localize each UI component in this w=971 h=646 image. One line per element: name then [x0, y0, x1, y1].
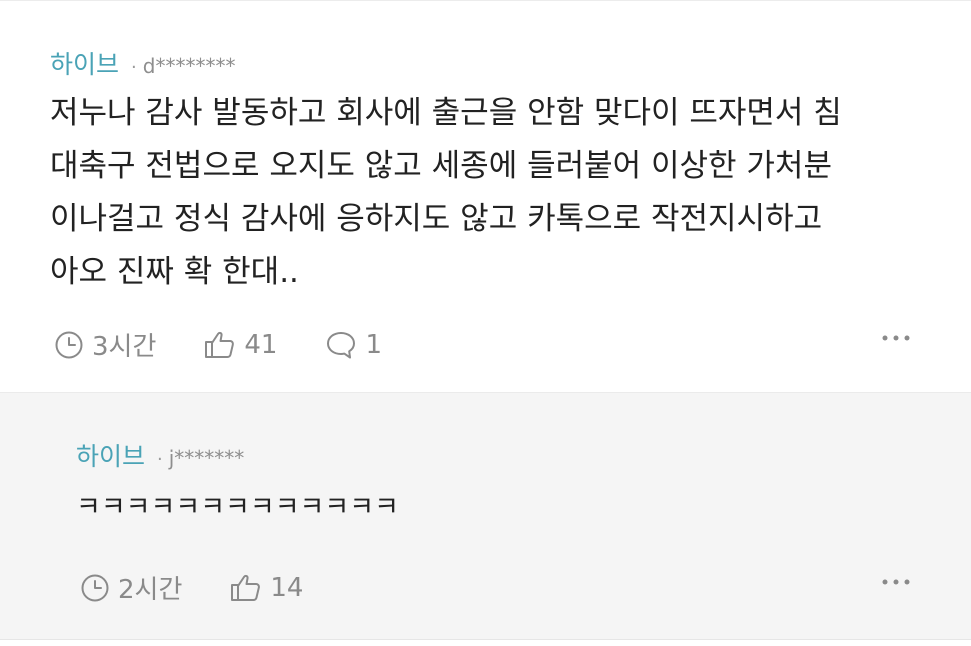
author-name[interactable]: 하이브	[76, 437, 145, 473]
like-button[interactable]: 14	[230, 573, 303, 603]
reply-count: 1	[365, 329, 383, 360]
clock-icon	[81, 574, 109, 601]
comment-actions: 2시간 14	[80, 569, 351, 606]
more-button[interactable]	[880, 573, 912, 592]
comment-meta: 하이브 · j*******	[76, 437, 244, 473]
reply-comment: 하이브 · j******* ㅋㅋㅋㅋㅋㅋㅋㅋㅋㅋㅋㅋㅋ 2시간 14	[0, 392, 971, 640]
like-count: 14	[270, 572, 304, 603]
user-id: d********	[142, 54, 236, 78]
clock-icon	[55, 331, 83, 358]
author-name[interactable]: 하이브	[50, 45, 119, 81]
more-icon	[882, 579, 910, 585]
time-label: 3시간	[92, 332, 157, 362]
like-button[interactable]: 41	[204, 330, 277, 360]
speech-bubble-icon	[327, 331, 356, 358]
comment-body: ㅋㅋㅋㅋㅋㅋㅋㅋㅋㅋㅋㅋㅋ	[76, 492, 399, 523]
reply-button[interactable]: 1	[325, 330, 382, 360]
separator-dot: ·	[131, 57, 137, 78]
comment-actions: 3시간 41 1	[54, 326, 430, 363]
timestamp: 2시간	[80, 569, 182, 606]
comment: 하이브 · d******** 저누나 감사 발동하고 회사에 출근을 안함 맞…	[0, 0, 971, 392]
comment-meta: 하이브 · d********	[50, 45, 235, 81]
thumbs-up-icon	[205, 331, 235, 358]
thumbs-up-icon	[231, 574, 261, 601]
user-id: j*******	[168, 446, 245, 470]
timestamp: 3시간	[54, 326, 156, 363]
comment-body: 저누나 감사 발동하고 회사에 출근을 안함 맞다이 뜨자면서 침 대축구 전법…	[50, 95, 842, 290]
separator-dot: ·	[157, 449, 163, 470]
more-icon	[882, 335, 910, 341]
more-button[interactable]	[880, 329, 912, 348]
time-label: 2시간	[118, 575, 183, 605]
like-count: 41	[244, 329, 278, 360]
